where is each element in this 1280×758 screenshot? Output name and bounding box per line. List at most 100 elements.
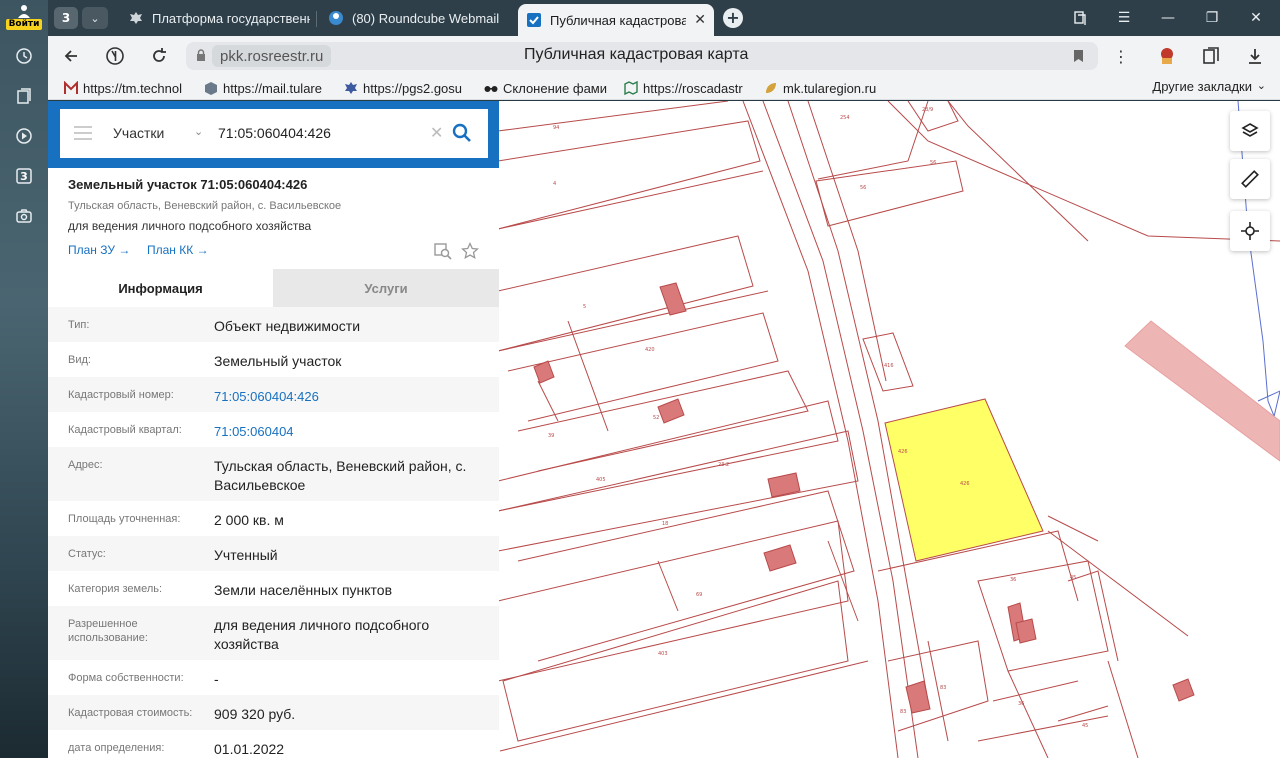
- glasses-icon: [484, 86, 498, 92]
- layers-button[interactable]: [1230, 111, 1270, 151]
- search-icon[interactable]: [452, 123, 472, 143]
- close-window-button[interactable]: ✕: [1246, 8, 1266, 28]
- attribute-row: Адрес: Тульская область, Веневский район…: [48, 447, 499, 501]
- tab-title: Платформа государственных: [152, 10, 310, 26]
- hamburger-icon: ☰: [1117, 10, 1131, 26]
- tab-title: Публичная кадастровая карта: [550, 12, 686, 28]
- more-options-button[interactable]: ⋮: [1110, 45, 1132, 67]
- ruler-button[interactable]: [1230, 159, 1270, 199]
- tab-rosreestr[interactable]: Публичная кадастровая карта ✕: [518, 4, 714, 36]
- road-line: [787, 101, 929, 702]
- address-host[interactable]: pkk.rosreestr.ru: [212, 45, 332, 67]
- star-icon[interactable]: [461, 242, 479, 260]
- building[interactable]: [1172, 678, 1195, 702]
- attribute-row: Вид: Земельный участок: [48, 342, 499, 377]
- tab-list-dropdown[interactable]: ⌄: [82, 7, 108, 29]
- tab-services[interactable]: Услуги: [273, 269, 499, 307]
- tab-gosuslugi[interactable]: Платформа государственных: [120, 4, 310, 32]
- building[interactable]: [905, 680, 931, 714]
- attribute-key: Категория земель:: [68, 583, 163, 595]
- hamburger-icon[interactable]: [74, 125, 92, 141]
- download-icon: [1249, 49, 1261, 64]
- search-input[interactable]: 71:05:060404:426: [218, 125, 331, 141]
- bookmark-item[interactable]: https://mail.tulare: [204, 79, 334, 97]
- parcel-label: 69: [696, 592, 702, 598]
- collections-toolbar-button[interactable]: [1070, 8, 1090, 28]
- zoom-to-object-icon[interactable]: [434, 242, 452, 260]
- login-button[interactable]: Войти: [6, 4, 42, 34]
- cadastral-number-link[interactable]: 71:05:060404:426: [214, 377, 494, 412]
- parcel-label: 56: [930, 160, 936, 166]
- plan-kk-link[interactable]: План КК →: [147, 243, 209, 257]
- reload-button[interactable]: [148, 45, 170, 67]
- close-icon: ✕: [1250, 10, 1262, 26]
- yandex-logo-icon: [106, 47, 124, 65]
- tabs-count-badge: 3: [20, 169, 28, 183]
- object-title: Земельный участок 71:05:060404:426: [68, 177, 308, 192]
- clear-icon[interactable]: ✕: [430, 123, 443, 142]
- bookmark-label: Склонение фами: [503, 80, 607, 96]
- back-button[interactable]: [60, 45, 82, 67]
- building[interactable]: [657, 398, 685, 424]
- bookmark-item[interactable]: Склонение фами: [484, 79, 610, 97]
- tabs-count-button[interactable]: 3: [12, 164, 36, 188]
- collections-button[interactable]: [1200, 45, 1222, 67]
- bookmark-item[interactable]: https://roscadastr: [624, 79, 750, 97]
- protected-zone[interactable]: [1124, 320, 1280, 462]
- parcel-label: 420: [645, 347, 655, 353]
- object-address: Тульская область, Веневский район, с. Ва…: [68, 200, 342, 212]
- attribute-key: Тип:: [68, 319, 90, 331]
- bookmark-icon[interactable]: [1073, 49, 1084, 63]
- attribute-value: 01.01.2022: [214, 741, 285, 757]
- bookmark-item[interactable]: https://tm.technol: [64, 79, 194, 97]
- chevron-down-icon[interactable]: ⌄: [194, 125, 203, 138]
- search-header: Участки ⌄ 71:05:060404:426 ✕: [48, 101, 499, 168]
- attribute-value: Тульская область, Веневский район, с. Ва…: [214, 458, 467, 493]
- locate-button[interactable]: [1230, 211, 1270, 251]
- plus-icon: +: [726, 8, 740, 27]
- object-usage: для ведения личного подсобного хозяйства: [68, 219, 312, 233]
- collections-button[interactable]: [12, 84, 36, 108]
- clock-icon: [16, 48, 32, 64]
- downloads-button[interactable]: [1244, 45, 1266, 67]
- restore-button[interactable]: ❐: [1202, 8, 1222, 28]
- building[interactable]: [763, 544, 797, 572]
- building[interactable]: [1015, 618, 1037, 644]
- minimize-button[interactable]: —: [1158, 8, 1178, 28]
- restore-icon: ❐: [1205, 10, 1219, 26]
- menu-button[interactable]: ☰: [1114, 8, 1134, 28]
- layers-icon: [1241, 123, 1259, 137]
- yandex-button[interactable]: [104, 45, 126, 67]
- chevron-down-icon: ⌄: [90, 11, 100, 25]
- close-tab-icon[interactable]: ✕: [694, 11, 706, 28]
- building[interactable]: [659, 282, 687, 316]
- video-button[interactable]: [12, 124, 36, 148]
- attribute-row: Разрешенное использование: для ведения л…: [48, 606, 499, 660]
- new-tab-button[interactable]: +: [723, 8, 743, 28]
- login-label: Войти: [6, 19, 42, 30]
- collections-icon: [1203, 47, 1219, 64]
- history-button[interactable]: [12, 44, 36, 68]
- address-bar[interactable]: pkk.rosreestr.ru Публичная кадастровая к…: [186, 42, 1098, 70]
- plan-zu-link[interactable]: План ЗУ →: [68, 243, 130, 257]
- tab-information[interactable]: Информация: [48, 269, 273, 307]
- bookmark-item[interactable]: mk.tularegion.ru: [764, 79, 894, 97]
- search-type-select[interactable]: Участки: [113, 125, 164, 141]
- roundcube-icon: [329, 11, 343, 25]
- screenshot-button[interactable]: [12, 204, 36, 228]
- tab-roundcube[interactable]: (80) Roundcube Webmail: [320, 4, 504, 32]
- other-bookmarks-button[interactable]: Другие закладки: [1152, 79, 1252, 94]
- cadastral-quarter-link[interactable]: 71:05:060404: [214, 412, 494, 447]
- parcel-label: 39: [548, 433, 554, 439]
- bookmark-item[interactable]: https://pgs2.gosu: [344, 79, 470, 97]
- tab-count-button[interactable]: 3: [54, 7, 78, 29]
- attribute-key: Кадастровая стоимость:: [68, 707, 193, 719]
- attribute-key: Разрешенное использование:: [68, 618, 148, 644]
- extension-button[interactable]: [1156, 45, 1178, 67]
- parcel-label: 23/9: [922, 107, 933, 113]
- parcel-label: 254: [840, 115, 850, 121]
- attribute-row: дата определения: 01.01.2022: [48, 730, 499, 758]
- selected-parcel[interactable]: [884, 398, 1044, 562]
- box-icon: [205, 82, 217, 95]
- attribute-row: Кадастровая стоимость: 909 320 руб.: [48, 695, 499, 730]
